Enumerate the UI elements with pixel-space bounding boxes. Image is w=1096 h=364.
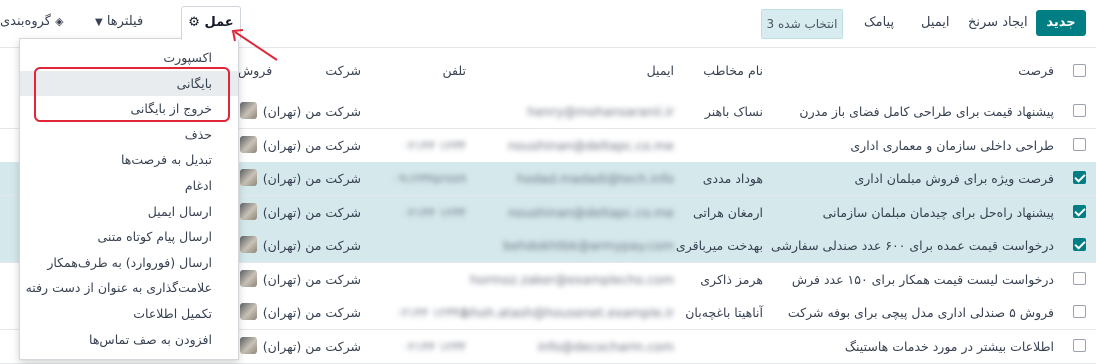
cell-contact: هوداد مددی xyxy=(702,171,763,186)
salesperson-avatar xyxy=(240,135,257,153)
row-checkbox[interactable] xyxy=(1073,204,1086,218)
action-menu-item[interactable]: تبدیل به فرصت‌ها xyxy=(20,147,238,172)
cell-contact: آناهیتا باغچه‌بان xyxy=(685,305,763,320)
filters-label: فیلترها xyxy=(106,14,144,29)
cell-opportunity: اطلاعات بیشتر در مورد خدمات هاستینگ xyxy=(844,338,1054,354)
cell-opportunity: فروش ۵ صندلی اداری مدل پیچی برای بوفه شر… xyxy=(787,305,1054,320)
cell-email: henry@mohansaranii.ir xyxy=(527,104,674,119)
header-company[interactable]: شرکت xyxy=(325,63,361,78)
cell-phone: ۰۲۱۴۴ ۱۲۳۴۵ xyxy=(394,305,466,320)
salesperson-avatar xyxy=(240,102,257,119)
salesperson-avatar xyxy=(240,236,257,253)
salesperson-avatar xyxy=(240,269,257,287)
header-salesperson[interactable]: فروش xyxy=(238,63,272,78)
cell-email: behdokhtbk@armypay.com xyxy=(503,238,674,253)
header-email[interactable]: ایمیل xyxy=(647,63,674,78)
salesperson-avatar xyxy=(240,169,257,186)
cell-company: شرکت من (تهران) xyxy=(262,171,361,186)
cell-email: info@decocharm.com xyxy=(537,338,674,354)
header-phone[interactable]: تلفن xyxy=(443,63,466,78)
action-menu-item[interactable]: افزودن به صف تماس‌ها xyxy=(20,327,238,352)
cell-phone: ۰۲۱۴۴ ۱۲۳۴ xyxy=(401,137,466,153)
row-checkbox[interactable] xyxy=(1073,171,1086,184)
salesperson-avatar xyxy=(240,303,257,320)
layers-icon: ◈ xyxy=(55,15,64,28)
cell-opportunity: پیشنهاد قیمت برای طراحی کامل فضای باز مد… xyxy=(799,104,1054,119)
cell-contact: بهدخت میرباقری xyxy=(675,238,763,253)
action-menu-item[interactable]: تکمیل اطلاعات xyxy=(20,301,238,326)
annotation-arrow xyxy=(231,29,278,61)
cell-email: noushinan@deltapc.co.me xyxy=(508,137,674,153)
cell-email: hormoz.zaker@examplecho.com xyxy=(470,271,674,287)
generate-leads-button[interactable]: ایجاد سرنخ xyxy=(968,14,1028,32)
email-button[interactable]: ایمیل xyxy=(921,14,950,32)
cell-contact: ارمغان هراتی xyxy=(692,204,763,220)
row-checkbox[interactable] xyxy=(1073,338,1086,352)
cell-opportunity: طراحی داخلی سازمان و معماری اداری xyxy=(850,137,1054,153)
select-all-checkbox[interactable] xyxy=(1073,64,1086,77)
action-menu-item[interactable]: علامت‌گذاری به عنوان از دست رفته xyxy=(20,275,238,300)
cell-phone: ۰۲۱۴۴ ۱۲۳۴ xyxy=(401,204,466,220)
cell-email: bhoh.atash@housenet.example.ir xyxy=(462,305,674,320)
cell-opportunity: فرصت ویژه برای فروش مبلمان اداری xyxy=(854,171,1054,186)
selected-count-badge[interactable]: 3 انتخاب شده xyxy=(761,9,843,39)
group-by-label: گروه‌بندی xyxy=(0,14,51,29)
cell-company: شرکت من (تهران) xyxy=(262,238,361,253)
cell-email: noushinan@deltapc.co.me xyxy=(508,204,674,220)
cell-phone: ۰۹۱۲۳۴۵۶۷۸۹ xyxy=(392,171,466,186)
sms-button[interactable]: پیامک xyxy=(864,14,894,32)
header-opportunity[interactable]: فرصت xyxy=(1018,63,1054,78)
annotation-highlight xyxy=(34,67,230,122)
cell-company: شرکت من (تهران) xyxy=(262,338,361,354)
filters-button[interactable]: ▼ فیلترها xyxy=(95,14,143,29)
cell-company: شرکت من (تهران) xyxy=(262,204,361,220)
cell-company: شرکت من (تهران) xyxy=(262,104,361,119)
cell-opportunity: درخواست لیست قیمت همکار برای ۱۵۰ عدد فرش xyxy=(791,271,1054,287)
new-button[interactable]: جدید xyxy=(1036,10,1086,36)
header-contact-name[interactable]: نام مخاطب xyxy=(703,63,763,78)
action-menu-item[interactable]: حذف xyxy=(20,122,238,147)
salesperson-avatar xyxy=(240,336,257,354)
row-checkbox[interactable] xyxy=(1073,137,1086,151)
cell-company: شرکت من (تهران) xyxy=(262,271,361,287)
action-menu-item[interactable]: ارسال (فوروارد) به طرف‌همکار xyxy=(20,250,238,275)
cell-opportunity: درخواست قیمت عمده برای ۶۰۰ عدد صندلی سفا… xyxy=(771,238,1054,253)
row-checkbox[interactable] xyxy=(1073,104,1086,117)
filter-icon: ▼ xyxy=(95,17,103,28)
action-menu-item[interactable]: ارسال پیام کوتاه متنی xyxy=(20,224,238,249)
row-checkbox[interactable] xyxy=(1073,238,1086,251)
row-checkbox[interactable] xyxy=(1073,305,1086,318)
cell-company: شرکت من (تهران) xyxy=(262,137,361,153)
salesperson-avatar xyxy=(240,202,257,220)
action-menu-item[interactable]: ادغام xyxy=(20,173,238,198)
cell-contact: نساک باهنر xyxy=(704,104,763,119)
gear-icon: ⚙ xyxy=(188,15,200,30)
cell-email: hodad.madadi@tech.info xyxy=(516,171,674,186)
cell-phone: ۰۲۱۴۴ ۱۲۳۴ xyxy=(401,338,466,354)
cell-opportunity: پیشنهاد راه‌حل برای چیدمان مبلمان سازمان… xyxy=(822,204,1054,220)
group-by-button[interactable]: گروه‌بندی ◈ xyxy=(0,14,64,29)
cell-company: شرکت من (تهران) xyxy=(262,305,361,320)
action-menu-item[interactable]: ارسال ایمیل xyxy=(20,199,238,224)
cell-contact: هرمز ذاکری xyxy=(700,271,763,287)
row-checkbox[interactable] xyxy=(1073,271,1086,285)
